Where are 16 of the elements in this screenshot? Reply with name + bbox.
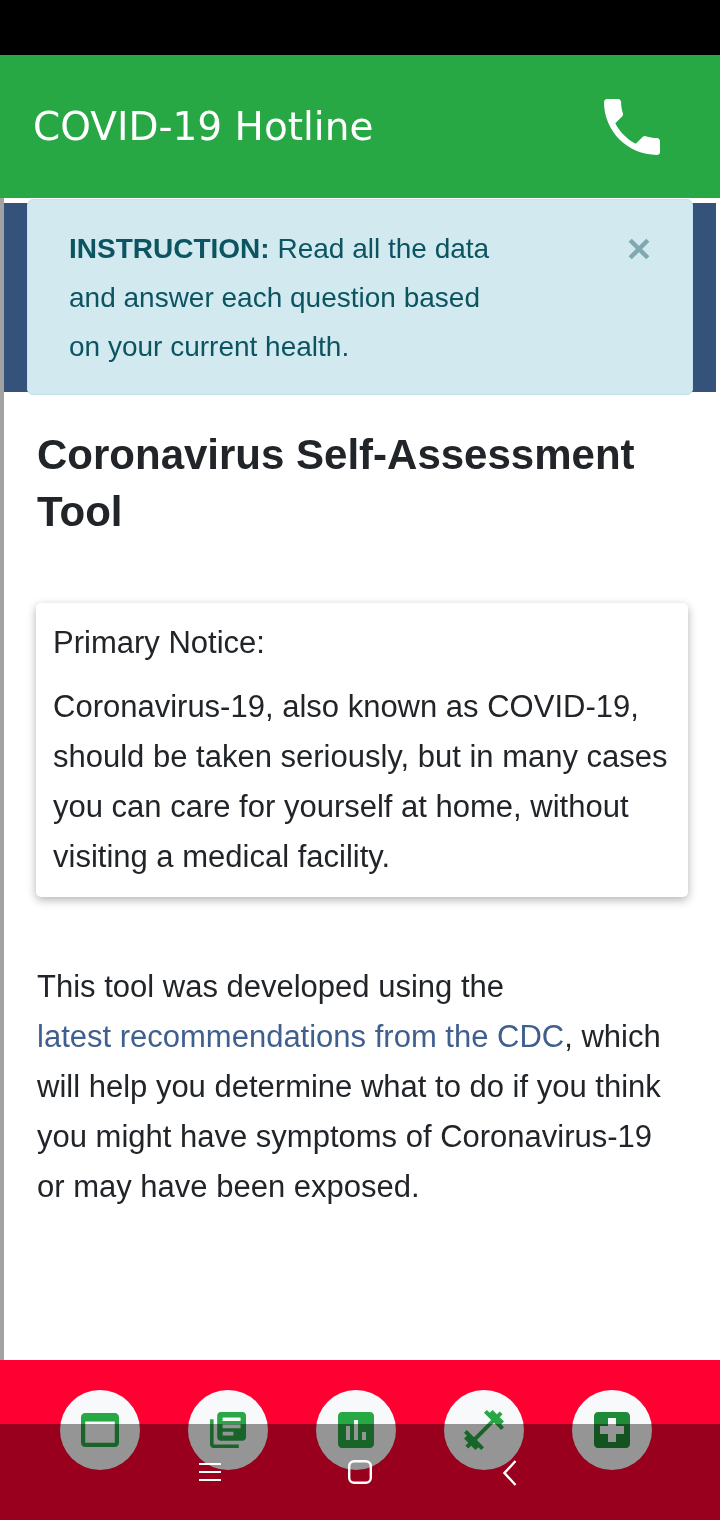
intro-paragraph: This tool was developed using the latest recommendations from the CDC, which will help you determine what to do if you think you might have symptoms of Coronavirus-19 or may have been exposed. <box>37 968 662 1206</box>
home-icon[interactable] <box>348 1460 372 1484</box>
recent-apps-icon[interactable] <box>199 1462 221 1482</box>
page-heading: Coronavirus Self-Assessment Tool <box>37 430 636 537</box>
dumbbell-icon <box>464 1410 504 1450</box>
cdc-recommendations-link[interactable]: latest recommendations from the CDC <box>37 1019 565 1054</box>
back-icon[interactable] <box>503 1460 517 1486</box>
window-icon <box>81 1413 119 1447</box>
bar-chart-icon <box>338 1412 374 1448</box>
app-title: COVID-19 Hotline <box>33 104 374 149</box>
notice-title: Primary Notice: <box>53 624 266 662</box>
medical-cross-icon <box>594 1412 630 1448</box>
instruction-text: INSTRUCTION: Read all the data and answer each question based on your current health. <box>69 232 491 364</box>
phone-icon[interactable] <box>604 98 660 155</box>
documents-icon <box>210 1412 246 1448</box>
notice-text: Coronavirus-19, also known as COVID-19, should be taken seriously, but in many cases you can care for yourself at home, without visiting a medical facility. <box>53 688 669 876</box>
